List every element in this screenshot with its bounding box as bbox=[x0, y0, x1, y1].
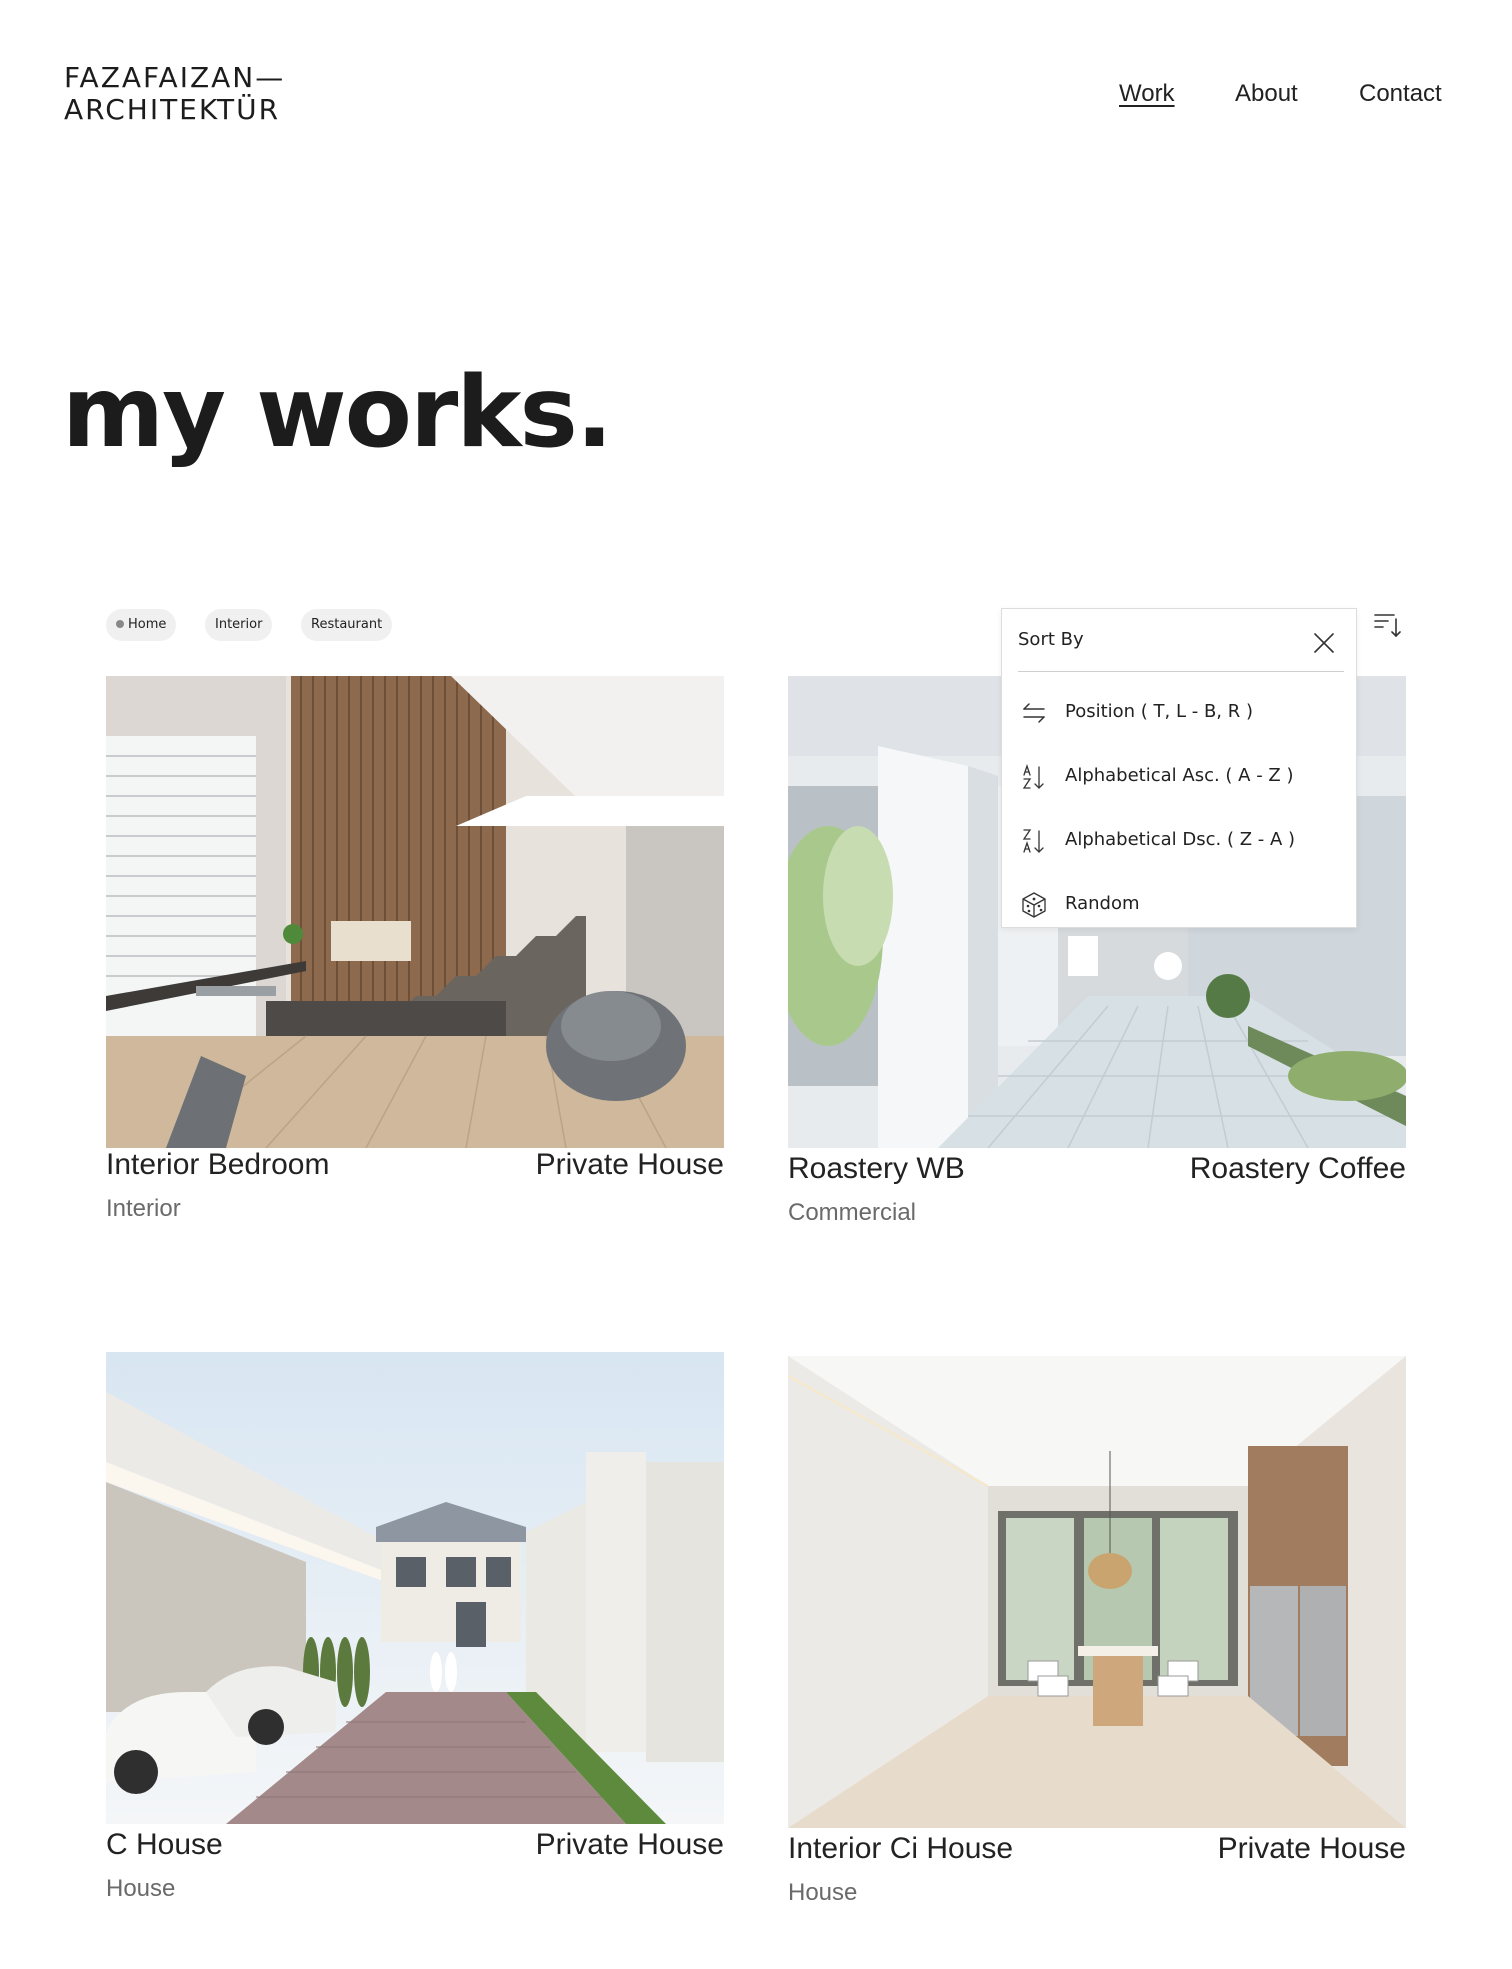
sort-za-icon bbox=[1022, 829, 1044, 853]
filter-chip-interior[interactable]: Interior bbox=[205, 609, 273, 641]
sort-option-label: Position ( T, L - B, R ) bbox=[1065, 701, 1253, 722]
project-category: House bbox=[788, 1879, 858, 1906]
brand-line-1: FAZAFAIZAN— bbox=[64, 61, 286, 94]
project-category: Interior bbox=[106, 1195, 181, 1222]
nav-link-work[interactable]: Work bbox=[1119, 80, 1175, 108]
project-title[interactable]: C House bbox=[106, 1828, 223, 1862]
project-type: Private House bbox=[535, 1828, 724, 1861]
bedroom-render-image bbox=[106, 676, 724, 1148]
c-house-render-image bbox=[106, 1352, 724, 1824]
project-category: Commercial bbox=[788, 1199, 917, 1226]
sort-option-label: Alphabetical Asc. ( A - Z ) bbox=[1065, 765, 1294, 786]
sort-by-title: Sort By bbox=[1018, 629, 1084, 650]
nav-link-contact[interactable]: Contact bbox=[1359, 80, 1442, 108]
ci-house-render-image bbox=[788, 1356, 1406, 1828]
dice-icon bbox=[1022, 892, 1046, 918]
sort-option-position[interactable]: Position ( T, L - B, R ) bbox=[1002, 687, 1356, 739]
sort-option-label: Alphabetical Dsc. ( Z - A ) bbox=[1065, 829, 1296, 850]
sort-by-dropdown: Sort By Position ( T, L - B, R ) Alphabe… bbox=[1001, 608, 1357, 928]
filter-chip-label: Home bbox=[128, 617, 167, 632]
project-type: Private House bbox=[1217, 1832, 1406, 1865]
project-title[interactable]: Interior Ci House bbox=[788, 1832, 1013, 1866]
selected-dot-icon bbox=[116, 619, 124, 628]
close-icon[interactable] bbox=[1310, 629, 1338, 657]
sort-az-icon bbox=[1022, 763, 1044, 789]
sort-option-alpha-asc[interactable]: Alphabetical Asc. ( A - Z ) bbox=[1002, 751, 1356, 803]
project-image-c-house[interactable] bbox=[106, 1352, 724, 1824]
filter-chip-label: Interior bbox=[215, 617, 263, 632]
filter-chip-home[interactable]: Home bbox=[106, 609, 177, 641]
sort-by-divider bbox=[1018, 671, 1344, 672]
project-type: Private House bbox=[535, 1148, 724, 1181]
filter-chip-restaurant[interactable]: Restaurant bbox=[301, 609, 393, 641]
swap-arrows-icon bbox=[1023, 703, 1045, 723]
project-type: Roastery Coffee bbox=[1189, 1152, 1406, 1185]
sort-option-random[interactable]: Random bbox=[1002, 879, 1356, 931]
project-image-interior-bedroom[interactable] bbox=[106, 676, 724, 1148]
sort-icon[interactable] bbox=[1372, 609, 1402, 639]
project-category: House bbox=[106, 1875, 176, 1902]
brand-logo[interactable]: FAZAFAIZAN— ARCHITEKTÜR bbox=[64, 62, 285, 126]
sort-option-label: Random bbox=[1065, 893, 1140, 914]
page-title: my works. bbox=[62, 356, 613, 470]
sort-option-alpha-desc[interactable]: Alphabetical Dsc. ( Z - A ) bbox=[1002, 815, 1356, 867]
project-title[interactable]: Roastery WB bbox=[788, 1152, 965, 1186]
project-image-interior-ci-house[interactable] bbox=[788, 1356, 1406, 1828]
project-title[interactable]: Interior Bedroom bbox=[106, 1148, 329, 1182]
brand-line-2: ARCHITEKTÜR bbox=[64, 93, 281, 126]
filter-chip-label: Restaurant bbox=[311, 617, 383, 632]
nav-link-about[interactable]: About bbox=[1235, 80, 1298, 108]
